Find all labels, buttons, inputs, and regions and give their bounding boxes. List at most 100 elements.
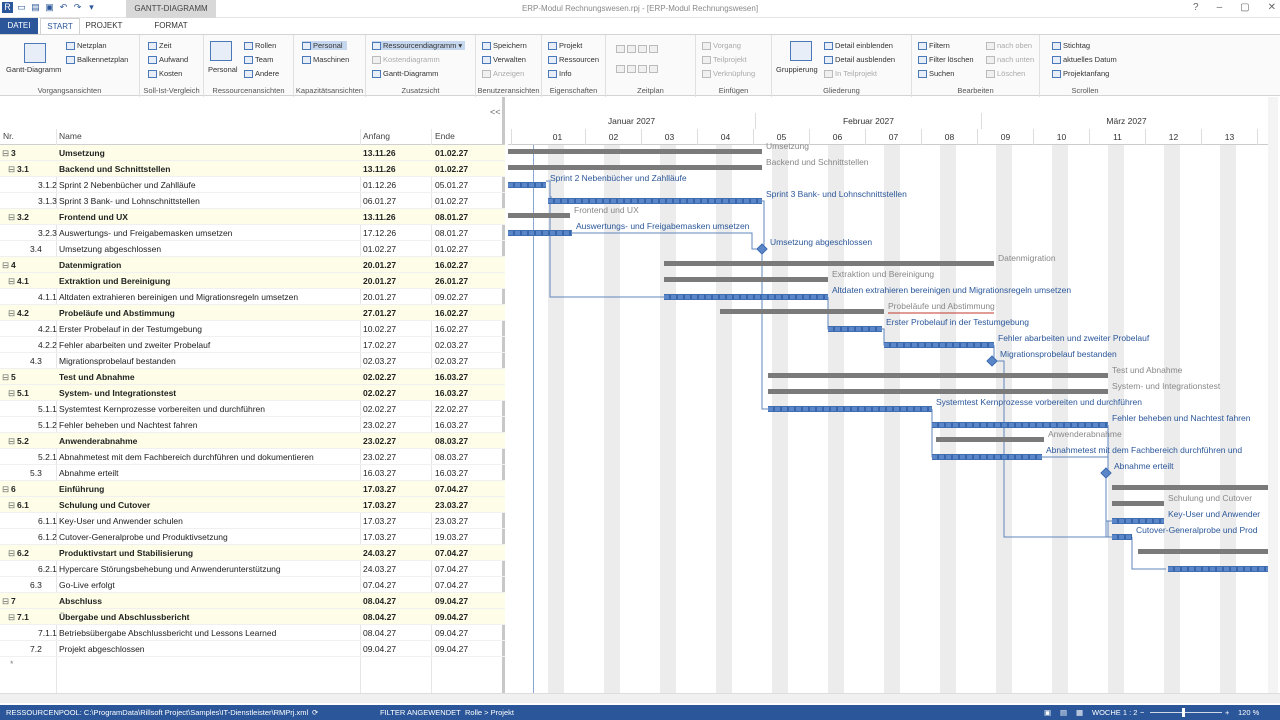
aufwand-button[interactable]: Aufwand (148, 55, 188, 64)
header-nr[interactable]: Nr. (3, 131, 14, 141)
stichtag-button[interactable]: Stichtag (1052, 41, 1090, 50)
header-anfang[interactable]: Anfang (363, 131, 390, 141)
table-row[interactable]: ⊟ 3.1 Backend und Schnittstellen 13.11.26 01… (0, 161, 505, 177)
table-row[interactable]: 6.2.1 Hypercare Störungsbehebung und Anwe… (0, 561, 505, 577)
detail-einblenden-button[interactable]: Detail einblenden (824, 41, 893, 50)
summary-bar[interactable] (936, 437, 1044, 442)
task-bar[interactable] (1112, 518, 1164, 524)
help-icon[interactable]: ? (1193, 2, 1199, 13)
gantt-diagramm-button[interactable]: Gantt-Diagramm (6, 65, 61, 74)
collapse-toggle-icon[interactable]: ⊟ (8, 609, 15, 625)
team-button[interactable]: Team (244, 55, 273, 64)
detail-ausblenden-button[interactable]: Detail ausblenden (824, 55, 895, 64)
header-name[interactable]: Name (59, 131, 82, 141)
table-row[interactable]: 3.1.2 Sprint 2 Nebenbücher und Zahlläufe 0… (0, 177, 505, 193)
table-row[interactable]: ⊟ 6.2 Produktivstart und Stabilisierung 24.… (0, 545, 505, 561)
task-bar[interactable] (1112, 534, 1132, 540)
rollen-button[interactable]: Rollen (244, 41, 276, 50)
table-row[interactable]: 7.1.1 Betriebsübergabe Abschlussbericht u… (0, 625, 505, 641)
view-normal-icon[interactable]: ▣ (1044, 705, 1051, 720)
collapse-table-button[interactable]: << (490, 107, 501, 117)
maschinen-button[interactable]: Maschinen (302, 55, 349, 64)
refresh-icon[interactable]: ⟳ (312, 705, 318, 720)
summary-bar[interactable] (768, 373, 1108, 378)
table-row[interactable]: 6.1.1 Key-User und Anwender schulen 17.03.… (0, 513, 505, 529)
summary-bar[interactable] (1112, 501, 1164, 506)
summary-bar[interactable] (508, 165, 762, 170)
task-bar[interactable] (884, 342, 994, 348)
gruppierung-button[interactable]: Gruppierung (776, 65, 818, 74)
zoom-in-icon[interactable]: + (1225, 705, 1229, 720)
summary-bar[interactable] (508, 213, 570, 218)
collapse-toggle-icon[interactable]: ⊟ (8, 497, 15, 513)
table-row[interactable]: 6.1.2 Cutover-Generalprobe und Produktivs… (0, 529, 505, 545)
table-row[interactable]: ⊟ 3.2 Frontend und UX 13.11.26 08.01.27 (0, 209, 505, 225)
nach-oben-button[interactable]: nach oben (986, 41, 1032, 50)
tab-datei[interactable]: DATEI (0, 18, 38, 34)
new-row-marker[interactable]: * (10, 659, 14, 669)
andere-button[interactable]: Andere (244, 69, 279, 78)
ressourcen-button[interactable]: Ressourcen (548, 55, 599, 64)
view-grid-icon[interactable]: ▦ (1076, 705, 1083, 720)
collapse-toggle-icon[interactable]: ⊟ (2, 481, 9, 497)
projektanfang-button[interactable]: Projektanfang (1052, 69, 1109, 78)
task-bar[interactable] (548, 198, 762, 204)
in-teilprojekt-button[interactable]: In Teilprojekt (824, 69, 877, 78)
task-bar[interactable] (508, 182, 546, 188)
tab-format[interactable]: FORMAT (140, 18, 202, 34)
zoom-slider[interactable] (1150, 712, 1222, 713)
summary-bar[interactable] (768, 389, 1108, 394)
task-bar[interactable] (932, 422, 1108, 428)
speichern-button[interactable]: Speichern (482, 41, 527, 50)
table-row[interactable]: ⊟ 4 Datenmigration 20.01.27 16.02.27 (0, 257, 505, 273)
personal-capacity-button[interactable]: Personal (302, 41, 347, 50)
table-row[interactable]: ⊟ 5.2 Anwenderabnahme 23.02.27 08.03.27 (0, 433, 505, 449)
collapse-toggle-icon[interactable]: ⊟ (2, 593, 9, 609)
projekt-button[interactable]: Projekt (548, 41, 582, 50)
summary-bar[interactable] (664, 261, 994, 266)
table-row[interactable]: 4.2.2 Fehler abarbeiten und zweiter Probe… (0, 337, 505, 353)
collapse-toggle-icon[interactable]: ⊟ (8, 545, 15, 561)
horizontal-scrollbar[interactable] (0, 693, 1280, 703)
table-row[interactable]: 4.3 Migrationsprobelauf bestanden 02.03.27… (0, 353, 505, 369)
summary-bar[interactable] (664, 277, 828, 282)
table-row[interactable]: ⊟ 4.1 Extraktion und Bereinigung 20.01.27 26… (0, 273, 505, 289)
table-row[interactable]: 3.4 Umsetzung abgeschlossen 01.02.27 01.02.… (0, 241, 505, 257)
table-row[interactable]: ⊟ 5.1 System- und Integrationstest 02.02.27… (0, 385, 505, 401)
task-bar[interactable] (932, 454, 1042, 460)
view-page-icon[interactable]: ▤ (1060, 705, 1067, 720)
minimize-icon[interactable]: – (1217, 2, 1223, 13)
kostendiagramm-button[interactable]: Kostendiagramm (372, 55, 440, 64)
table-row[interactable]: ⊟ 6 Einführung 17.03.27 07.04.27 (0, 481, 505, 497)
filtern-button[interactable]: Filtern (918, 41, 950, 50)
ressourcendiagramm-button[interactable]: Ressourcendiagramm ▾ (372, 41, 466, 50)
collapse-toggle-icon[interactable]: ⊟ (2, 145, 9, 161)
task-bar[interactable] (508, 230, 572, 236)
verknuepfung-button[interactable]: Verknüpfung (702, 69, 755, 78)
table-row[interactable]: ⊟ 7 Abschluss 08.04.27 09.04.27 (0, 593, 505, 609)
table-row[interactable]: 3.2.3 Auswertungs- und Freigabemasken ums… (0, 225, 505, 241)
task-bar[interactable] (1168, 566, 1268, 572)
task-bar[interactable] (768, 406, 932, 412)
table-row[interactable]: 4.2.1 Erster Probelauf in der Testumgebun… (0, 321, 505, 337)
vorgang-button[interactable]: Vorgang (702, 41, 741, 50)
verwalten-button[interactable]: Verwalten (482, 55, 526, 64)
filter-loeschen-button[interactable]: Filter löschen (918, 55, 974, 64)
table-row[interactable]: 5.1.2 Fehler beheben und Nachtest fahren 2… (0, 417, 505, 433)
table-row[interactable]: ⊟ 5 Test und Abnahme 02.02.27 16.03.27 (0, 369, 505, 385)
zoom-out-icon[interactable]: − (1140, 705, 1144, 720)
table-row[interactable]: 5.3 Abnahme erteilt 16.03.27 16.03.27 (0, 465, 505, 481)
task-bar[interactable] (828, 326, 882, 332)
suchen-button[interactable]: Suchen (918, 69, 954, 78)
table-row[interactable]: ⊟ 7.1 Übergabe und Abschlussbericht 08.04.2… (0, 609, 505, 625)
summary-bar[interactable] (1112, 485, 1268, 490)
collapse-toggle-icon[interactable]: ⊟ (8, 161, 15, 177)
loeschen-button[interactable]: Löschen (986, 69, 1025, 78)
timeline-icons[interactable] (616, 45, 658, 53)
collapse-toggle-icon[interactable]: ⊟ (2, 369, 9, 385)
summary-bar[interactable] (720, 309, 884, 314)
tab-start[interactable]: START (40, 18, 80, 34)
table-row[interactable]: 3.1.3 Sprint 3 Bank- und Lohnschnittstell… (0, 193, 505, 209)
gantt-zusatz-button[interactable]: Gantt-Diagramm (372, 69, 438, 78)
table-row[interactable]: ⊟ 3 Umsetzung 13.11.26 01.02.27 (0, 145, 505, 161)
